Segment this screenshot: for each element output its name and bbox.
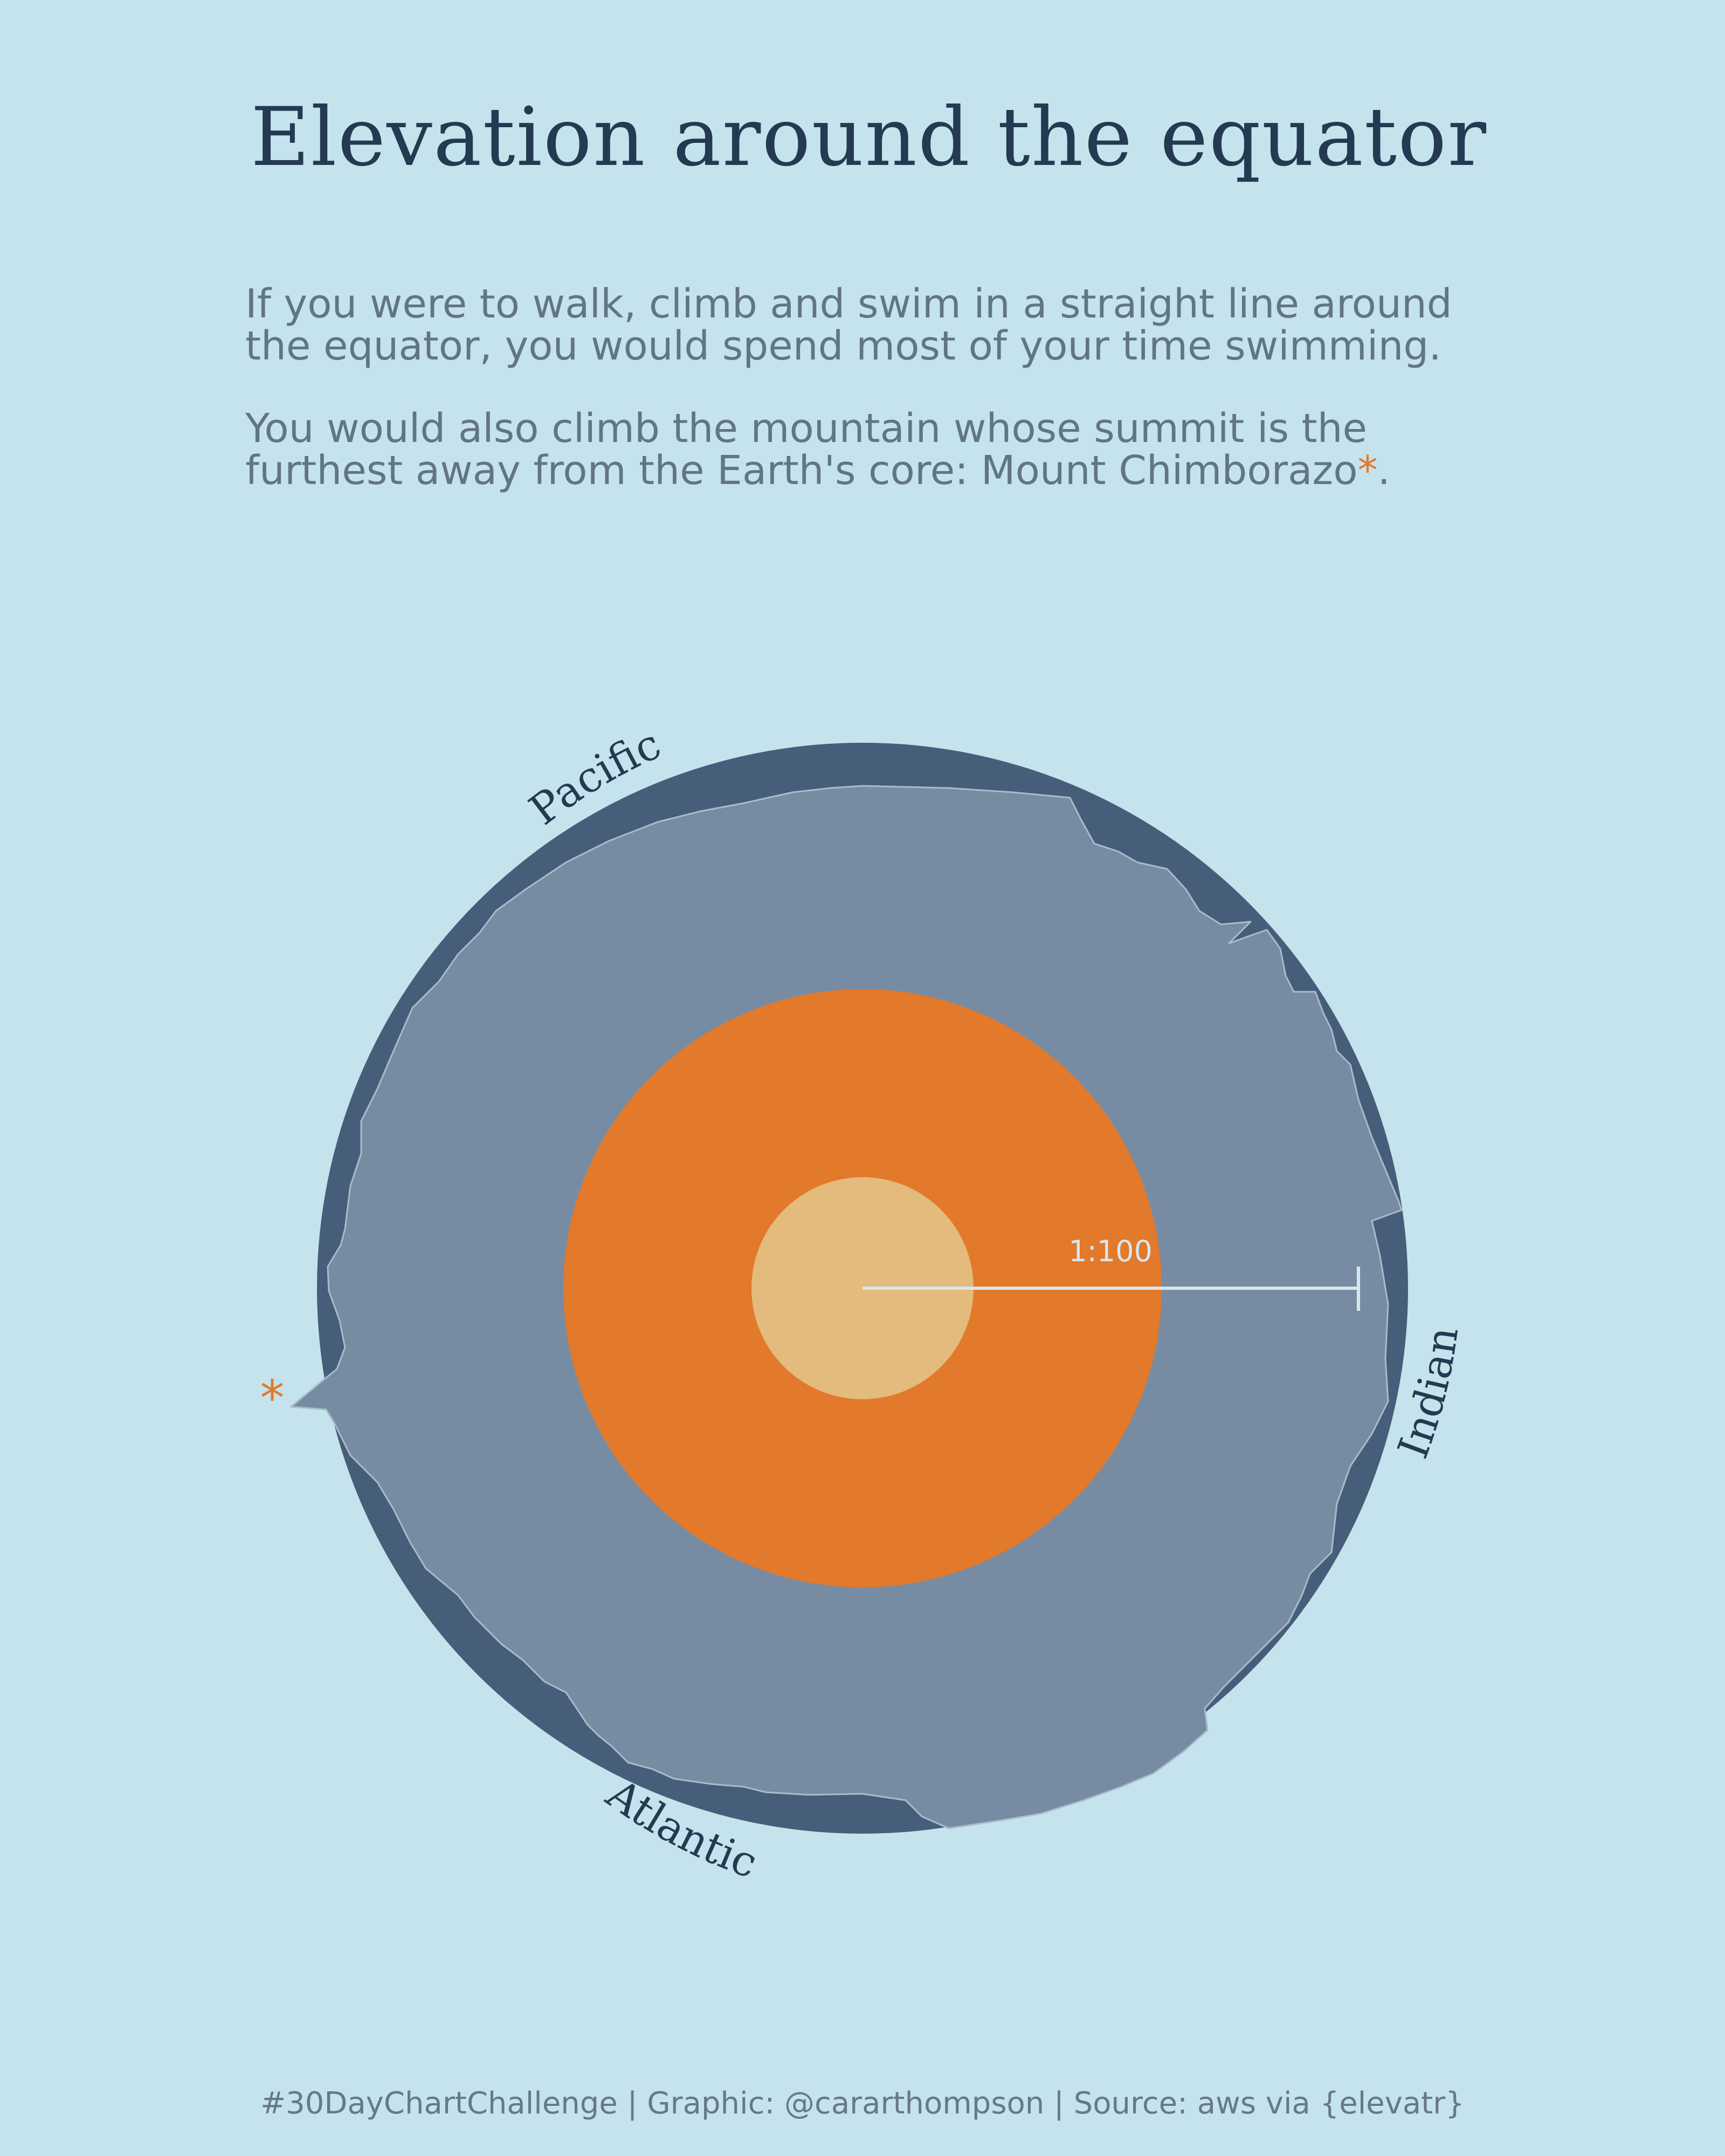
chimborazo-marker: * [260, 1370, 285, 1427]
scale-label: 1:100 [1068, 1234, 1153, 1268]
equator-elevation-chart: 1:100 Pacific Indian Atlantic * [260, 720, 1468, 1888]
chart-caption: #30DayChartChallenge | Graphic: @cararth… [260, 2086, 1465, 2121]
